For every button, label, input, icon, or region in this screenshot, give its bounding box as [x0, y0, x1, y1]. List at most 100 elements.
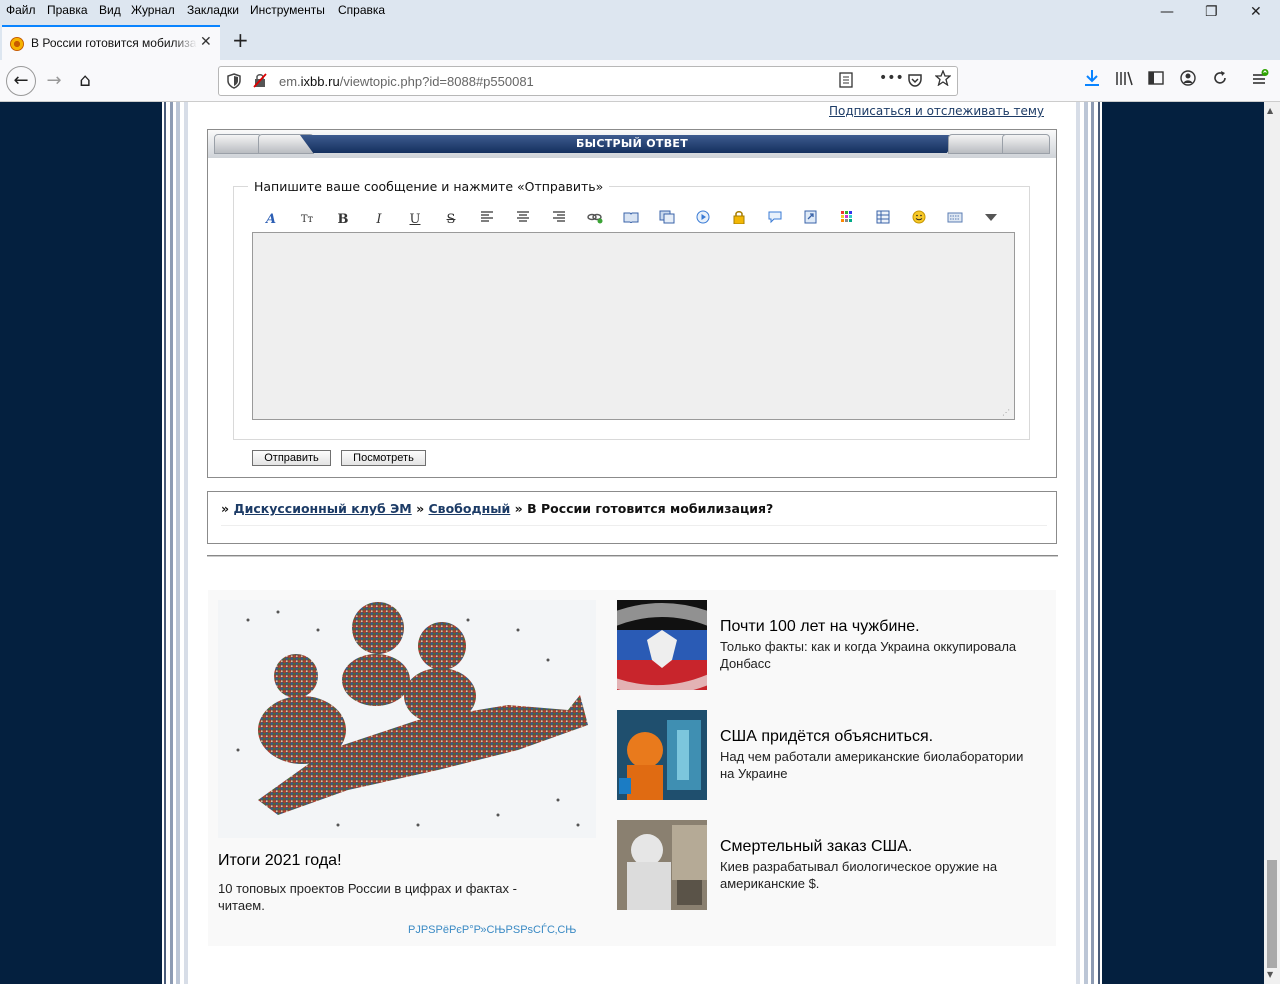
- menu-tools[interactable]: Инструменты: [250, 3, 325, 17]
- hazmat-thumbnail[interactable]: [617, 820, 707, 910]
- reply-legend: Напишите ваше сообщение и нажмите «Отпра…: [248, 179, 610, 194]
- promo-side-desc: Над чем работали американские биолаборат…: [720, 749, 1024, 781]
- preview-button[interactable]: Посмотреть: [341, 450, 426, 466]
- promo-main-title[interactable]: Итоги 2021 года!: [218, 852, 342, 870]
- library-icon[interactable]: [1112, 69, 1136, 93]
- breadcrumb-line: » Дискуссионный клуб ЭМ » Свободный » В …: [221, 501, 773, 516]
- font-icon[interactable]: A: [260, 210, 282, 230]
- breadcrumb-current: В России готовится мобилизация?: [527, 501, 774, 516]
- align-center-icon[interactable]: [512, 210, 534, 230]
- tab-close-icon[interactable]: ✕: [200, 34, 212, 50]
- book-icon[interactable]: [620, 210, 642, 230]
- tracking-shield-icon[interactable]: [227, 73, 241, 93]
- scroll-down-icon[interactable]: ▼: [1267, 970, 1273, 979]
- keyboard-icon[interactable]: [944, 210, 966, 230]
- message-textarea[interactable]: [252, 232, 1015, 420]
- spoiler-icon[interactable]: [800, 210, 822, 230]
- font-size-icon[interactable]: Tт: [296, 210, 318, 230]
- promo-side-title: Смертельный заказ США.: [720, 838, 913, 855]
- video-icon[interactable]: [692, 210, 714, 230]
- menu-view[interactable]: Вид: [99, 3, 121, 17]
- breadcrumb-sep: »: [221, 501, 230, 516]
- url-text: em.ixbb.ru/viewtopic.php?id=8088#p550081: [279, 74, 534, 89]
- page-scrollbar[interactable]: ▲ ▼: [1264, 102, 1280, 984]
- active-tab[interactable]: В России готовится мобилиза ✕: [2, 25, 220, 60]
- copy-icon[interactable]: [656, 210, 678, 230]
- right-decorative-rail: [1066, 102, 1102, 984]
- menu-history[interactable]: Журнал: [131, 3, 175, 17]
- address-bar[interactable]: em.ixbb.ru/viewtopic.php?id=8088#p550081…: [218, 66, 958, 96]
- lab-thumbnail[interactable]: [617, 710, 707, 800]
- smiley-icon[interactable]: [908, 210, 930, 230]
- forum-content: Подписаться и отслеживать тему БЫСТРЫЙ О…: [198, 102, 1066, 984]
- sidebar-icon[interactable]: [1144, 69, 1168, 93]
- bold-icon[interactable]: B: [332, 210, 354, 230]
- forward-button[interactable]: →: [42, 69, 66, 93]
- tab-title: В России готовится мобилиза: [31, 36, 197, 50]
- downloads-icon[interactable]: [1080, 69, 1104, 93]
- menu-bookmarks[interactable]: Закладки: [187, 3, 239, 17]
- minimize-button[interactable]: —: [1160, 4, 1174, 20]
- favicon-icon: [10, 37, 24, 51]
- restore-button[interactable]: ❐: [1205, 4, 1218, 20]
- reload-icon[interactable]: [1208, 69, 1232, 93]
- flag-thumbnail[interactable]: [617, 600, 707, 690]
- promo-side-item[interactable]: США придётся объясниться. Над чем работа…: [617, 710, 1047, 800]
- section-divider: [207, 555, 1058, 558]
- forum-frame: Подписаться и отслеживать тему БЫСТРЫЙ О…: [162, 102, 1102, 984]
- italic-icon[interactable]: I: [368, 210, 390, 230]
- align-right-icon[interactable]: [548, 210, 570, 230]
- new-tab-button[interactable]: +: [232, 28, 249, 52]
- app-menu-icon[interactable]: [1248, 69, 1272, 93]
- editor-toolbar: A Tт B I U S: [260, 210, 1000, 230]
- bookmark-star-icon[interactable]: [934, 69, 952, 90]
- promo-block: Итоги 2021 года! 10 топовых проектов Рос…: [208, 590, 1056, 946]
- quick-reply-title: БЫСТРЫЙ ОТВЕТ: [575, 137, 688, 150]
- breadcrumb-divider: [221, 525, 1047, 526]
- strikethrough-icon[interactable]: S: [440, 210, 462, 230]
- promo-side-item[interactable]: Почти 100 лет на чужбине. Только факты: …: [617, 600, 1047, 690]
- menu-bar: Файл Правка Вид Журнал Закладки Инструме…: [0, 0, 1280, 22]
- account-icon[interactable]: [1176, 69, 1200, 93]
- scrollbar-thumb[interactable]: [1267, 860, 1277, 968]
- more-dropdown-icon[interactable]: [980, 210, 1002, 230]
- promo-side-desc: Киев разрабатывал биологическое оружие н…: [720, 859, 998, 891]
- insecure-lock-icon[interactable]: [253, 72, 267, 92]
- home-button[interactable]: ⌂: [73, 69, 97, 93]
- hide-lock-icon[interactable]: [728, 210, 750, 230]
- page-viewport: Подписаться и отслеживать тему БЫСТРЫЙ О…: [0, 102, 1264, 984]
- menu-file[interactable]: Файл: [6, 3, 36, 17]
- tab-strip: В России готовится мобилиза ✕ +: [0, 22, 1280, 60]
- promo-main-image[interactable]: [218, 600, 596, 838]
- promo-side-item[interactable]: Смертельный заказ США. Киев разрабатывал…: [617, 820, 1047, 910]
- quick-reply-box: БЫСТРЫЙ ОТВЕТ Напишите ваше сообщение и …: [207, 129, 1057, 478]
- table-icon[interactable]: [872, 210, 894, 230]
- underline-icon[interactable]: U: [404, 210, 426, 230]
- promo-footer-link[interactable]: РЈРЅРёРєР°Р»СЊРЅРѕСЃС‚СЊ: [408, 924, 576, 936]
- resize-grip-icon[interactable]: ⋰: [1002, 408, 1010, 417]
- menu-edit[interactable]: Правка: [47, 3, 88, 17]
- left-decorative-rail: [162, 102, 198, 984]
- pocket-icon[interactable]: [907, 72, 923, 92]
- promo-side-desc: Только факты: как и когда Украина оккупи…: [720, 639, 1017, 671]
- page-actions-icon[interactable]: •••: [879, 70, 904, 86]
- scroll-up-icon[interactable]: ▲: [1267, 106, 1273, 115]
- navigation-toolbar: ← → ⌂ em.ixbb.ru/viewtopic.php?id=8088#p…: [0, 60, 1280, 102]
- submit-button[interactable]: Отправить: [252, 450, 331, 466]
- quick-reply-header: БЫСТРЫЙ ОТВЕТ: [208, 130, 1056, 158]
- menu-help[interactable]: Справка: [338, 3, 385, 17]
- color-palette-icon[interactable]: [836, 210, 858, 230]
- breadcrumb-section-link[interactable]: Свободный: [429, 501, 511, 516]
- subscribe-topic-link[interactable]: Подписаться и отслеживать тему: [829, 104, 1044, 118]
- promo-side-title: Почти 100 лет на чужбине.: [720, 618, 920, 635]
- align-left-icon[interactable]: [476, 210, 498, 230]
- promo-main-text[interactable]: 10 топовых проектов России в цифрах и фа…: [218, 880, 558, 914]
- breadcrumb-sep: »: [514, 501, 523, 516]
- close-window-button[interactable]: ✕: [1250, 4, 1262, 20]
- quote-bubble-icon[interactable]: [764, 210, 786, 230]
- breadcrumb-forum-link[interactable]: Дискуссионный клуб ЭМ: [233, 501, 411, 516]
- breadcrumb-sep: »: [416, 501, 425, 516]
- reader-view-icon[interactable]: [839, 72, 853, 92]
- back-button[interactable]: ←: [6, 66, 36, 96]
- link-icon[interactable]: [584, 210, 606, 230]
